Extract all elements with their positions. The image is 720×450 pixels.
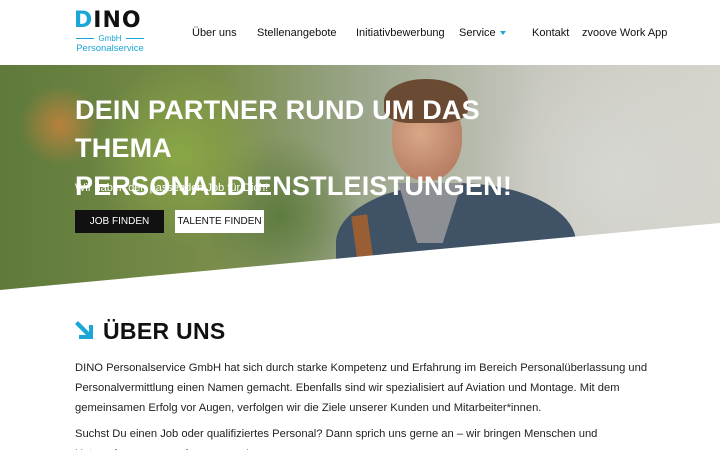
arrow-down-right-icon [75, 321, 93, 339]
nav-zvoove-work-app[interactable]: zvoove Work App [582, 25, 667, 41]
nav-kontakt[interactable]: Kontakt [532, 25, 569, 41]
about-paragraph-2: Suchst Du einen Job oder qualifiziertes … [75, 428, 598, 450]
dino-logo[interactable]: DINO GmbH Personalservice [74, 10, 146, 56]
site-header: DINO GmbH Personalservice Über uns Stell… [0, 0, 720, 65]
nav-stellenangebote[interactable]: Stellenangebote [257, 25, 337, 41]
hero-subtitle: Wir haben den passenden Job für Dich! [75, 182, 269, 194]
chevron-down-icon [499, 31, 506, 36]
nav-service-label: Service [459, 27, 496, 39]
about-heading: Über uns [75, 318, 226, 344]
logo-wordmark: DINO [74, 8, 142, 33]
nav-ueber-uns[interactable]: Über uns [192, 25, 237, 41]
hero-banner: Dein Partner rund um das Thema Personald… [0, 65, 720, 290]
about-paragraph-1: DINO Personalservice GmbH hat sich durch… [75, 362, 648, 414]
nav-service[interactable]: Service [459, 25, 506, 41]
nav-initiativbewerbung[interactable]: Initiativbewerbung [356, 25, 445, 41]
logo-subtitle: Personalservice [76, 43, 144, 54]
job-finden-button[interactable]: Job finden [75, 210, 164, 233]
about-title: Über uns [103, 317, 226, 344]
logo-rule-right [126, 38, 144, 39]
talente-finden-button[interactable]: Talente finden [175, 210, 264, 233]
